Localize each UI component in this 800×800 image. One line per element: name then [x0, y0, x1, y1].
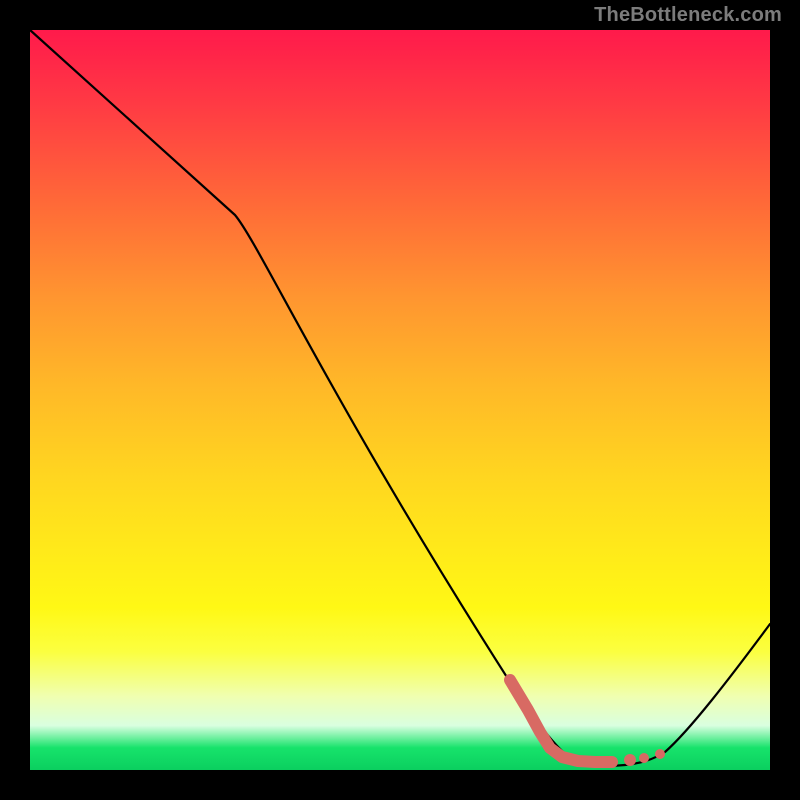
watermark-text: TheBottleneck.com	[594, 4, 782, 27]
chart-frame: TheBottleneck.com	[0, 0, 800, 800]
bottleneck-curve	[30, 30, 770, 766]
optimal-zone-marker-dot-2	[639, 753, 649, 763]
optimal-zone-marker-dot-1	[624, 754, 636, 766]
optimal-zone-marker-dot-3	[655, 749, 665, 759]
optimal-zone-marker	[510, 680, 612, 762]
plot-area	[30, 30, 770, 770]
chart-svg	[30, 30, 770, 770]
